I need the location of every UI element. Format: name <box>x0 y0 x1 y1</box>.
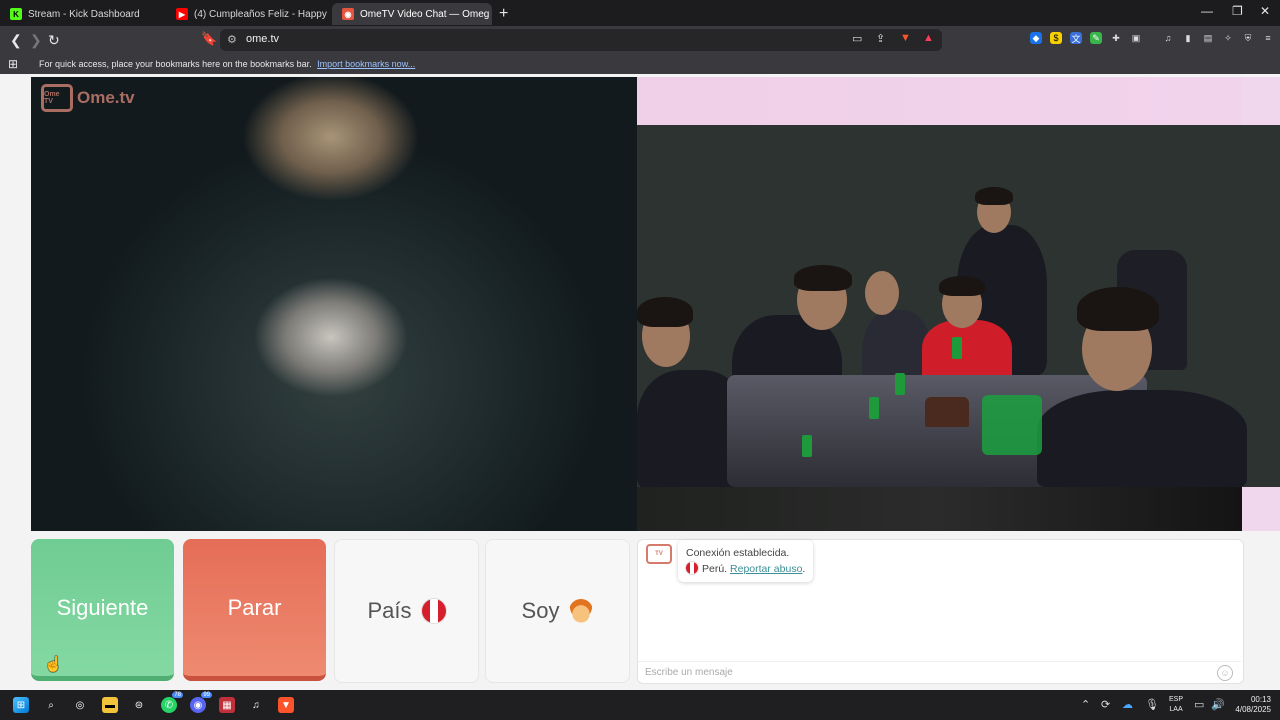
sidebar-icon[interactable]: ▮ <box>1182 32 1194 44</box>
extensions-puzzle-icon[interactable]: ✚ <box>1110 32 1122 44</box>
clock[interactable]: 00:13 4/08/2025 <box>1233 695 1271 715</box>
boy-emoji-icon <box>569 599 594 623</box>
extension-coin-icon[interactable]: $ <box>1050 32 1062 44</box>
url-text[interactable]: ome.tv <box>246 33 279 45</box>
tab-ometv[interactable]: ◉ OmeTV Video Chat — Omeg ✕ <box>332 3 492 25</box>
minimize-icon[interactable]: — <box>1201 4 1213 18</box>
extension-leaf-icon[interactable]: ✎ <box>1090 32 1102 44</box>
windows-start-icon[interactable]: ⊞ <box>13 697 29 713</box>
next-button-label: Siguiente <box>56 594 149 620</box>
country-button-label: País <box>367 598 412 623</box>
taskbar: ⊞ ⌕ ◎ ▬ ⊜ ✆ 78 ◉ 99 ▦ ♫ ▼ ⌃ ⟳ ☁ 🎙 ESP LAA … <box>0 690 1280 720</box>
reload-icon[interactable]: ↻ <box>48 32 60 49</box>
discord-icon[interactable]: ◉ 99 <box>190 692 212 713</box>
volume-icon[interactable]: 🔊 <box>1211 698 1225 711</box>
tab-label: OmeTV Video Chat — Omeg <box>360 8 490 20</box>
menu-icon[interactable]: ≡ <box>1262 32 1274 44</box>
microphone-icon[interactable]: 🎙 <box>1145 698 1159 711</box>
ometv-icon: ◉ <box>342 8 354 20</box>
site-settings-icon[interactable]: ⚙ <box>227 33 237 46</box>
tv-icon: Ome TV <box>41 84 73 112</box>
tab-label: (4) Cumpleaños Feliz - Happy Birthd <box>194 8 330 20</box>
task-view-icon[interactable]: ◎ <box>72 697 88 713</box>
app-red-icon[interactable]: ▦ <box>219 697 235 713</box>
navigation-bar: ❮ ❯ ↻ 🔖 ⚙ ome.tv ▭ ⇪ ▼ ▲ ◆ $ 文 ✎ ✚ ▣ ♫ ▮… <box>0 26 1280 54</box>
mouse-cursor-icon: ☝ <box>44 656 63 673</box>
kick-icon: K <box>10 8 22 20</box>
app-icon[interactable]: ⊜ <box>131 697 147 713</box>
window-close-icon[interactable]: ✕ <box>1260 4 1270 18</box>
bookmarks-bar: ⊞ For quick access, place your bookmarks… <box>0 54 1280 74</box>
file-explorer-icon[interactable]: ▬ <box>102 697 118 713</box>
ometv-chat-logo-icon: TV <box>646 544 672 564</box>
translate-icon[interactable]: 文 <box>1070 32 1082 44</box>
chat-panel: TV Conexión establecida. Perú. Reportar … <box>637 539 1244 684</box>
cast-icon[interactable]: ▭ <box>852 32 862 45</box>
tab-youtube[interactable]: ▶ (4) Cumpleaños Feliz - Happy Birthd <box>166 3 330 25</box>
message-input[interactable]: Escribe un mensaje ☺ <box>638 661 1241 683</box>
share-icon[interactable]: ⇪ <box>876 32 885 45</box>
report-abuse-link[interactable]: Reportar abuso <box>730 563 802 575</box>
screenshot-icon[interactable]: ▣ <box>1130 32 1142 44</box>
brave-browser-icon[interactable]: ▼ <box>278 697 294 713</box>
ometv-logo: Ome TV Ome.tv <box>41 84 135 112</box>
country-button[interactable]: País <box>334 539 479 683</box>
peru-flag-icon <box>686 562 698 574</box>
sync-icon[interactable]: ⟳ <box>1101 698 1110 711</box>
connection-status: Conexión establecida. <box>686 547 790 559</box>
tab-label: Stream - Kick Dashboard <box>28 8 140 20</box>
search-icon[interactable]: ⌕ <box>43 697 59 713</box>
leo-ai-icon[interactable]: ✧ <box>1222 32 1234 44</box>
system-message: Conexión establecida. Perú. Reportar abu… <box>678 540 814 582</box>
wallet-icon[interactable]: ▤ <box>1202 32 1214 44</box>
bookmarks-message: For quick access, place your bookmarks h… <box>39 59 312 69</box>
partner-country: Perú. <box>702 563 728 575</box>
tab-kick-dashboard[interactable]: K Stream - Kick Dashboard <box>0 3 165 25</box>
language-indicator[interactable]: ESP LAA <box>1169 695 1183 715</box>
media-icon[interactable]: ♫ <box>1162 32 1174 44</box>
whatsapp-icon[interactable]: ✆ 78 <box>161 692 183 713</box>
local-video <box>637 77 1280 531</box>
emoji-icon[interactable]: ☺ <box>1217 665 1233 681</box>
brave-shields-icon[interactable]: ▼ <box>900 32 911 44</box>
bookmark-icon[interactable]: 🔖 <box>201 31 217 47</box>
itunes-icon[interactable]: ♫ <box>248 697 264 713</box>
new-tab-icon[interactable]: + <box>499 5 508 23</box>
stop-button-label: Parar <box>227 594 282 620</box>
brave-rewards-icon[interactable]: ▲ <box>923 32 934 44</box>
forward-icon[interactable]: ❯ <box>30 32 42 49</box>
youtube-icon: ▶ <box>176 8 188 20</box>
stop-button[interactable]: Parar <box>183 539 326 681</box>
network-icon[interactable]: ▭ <box>1194 698 1204 711</box>
apps-grid-icon[interactable]: ⊞ <box>8 57 18 71</box>
tab-strip: K Stream - Kick Dashboard ▶ (4) Cumpleañ… <box>0 0 1280 26</box>
extension-shield-icon[interactable]: ◆ <box>1030 32 1042 44</box>
message-placeholder: Escribe un mensaje <box>645 667 733 678</box>
camera-feed <box>637 125 1280 490</box>
back-icon[interactable]: ❮ <box>10 32 22 49</box>
peru-flag-icon <box>421 599 446 623</box>
gender-button[interactable]: Soy <box>485 539 630 683</box>
address-bar[interactable]: 🔖 ⚙ ome.tv ▭ ⇪ ▼ ▲ <box>201 29 942 51</box>
gender-button-label: Soy <box>521 598 560 623</box>
remote-video <box>31 77 637 531</box>
vpn-icon[interactable]: ⛨ <box>1242 32 1254 44</box>
import-bookmarks-link[interactable]: Import bookmarks now... <box>317 59 415 69</box>
tray-chevron-icon[interactable]: ⌃ <box>1081 698 1090 711</box>
onedrive-icon[interactable]: ☁ <box>1122 698 1133 711</box>
maximize-icon[interactable]: ❐ <box>1232 4 1243 18</box>
ometv-page: Siguiente Parar País Soy TV Conexión est… <box>0 74 1280 690</box>
